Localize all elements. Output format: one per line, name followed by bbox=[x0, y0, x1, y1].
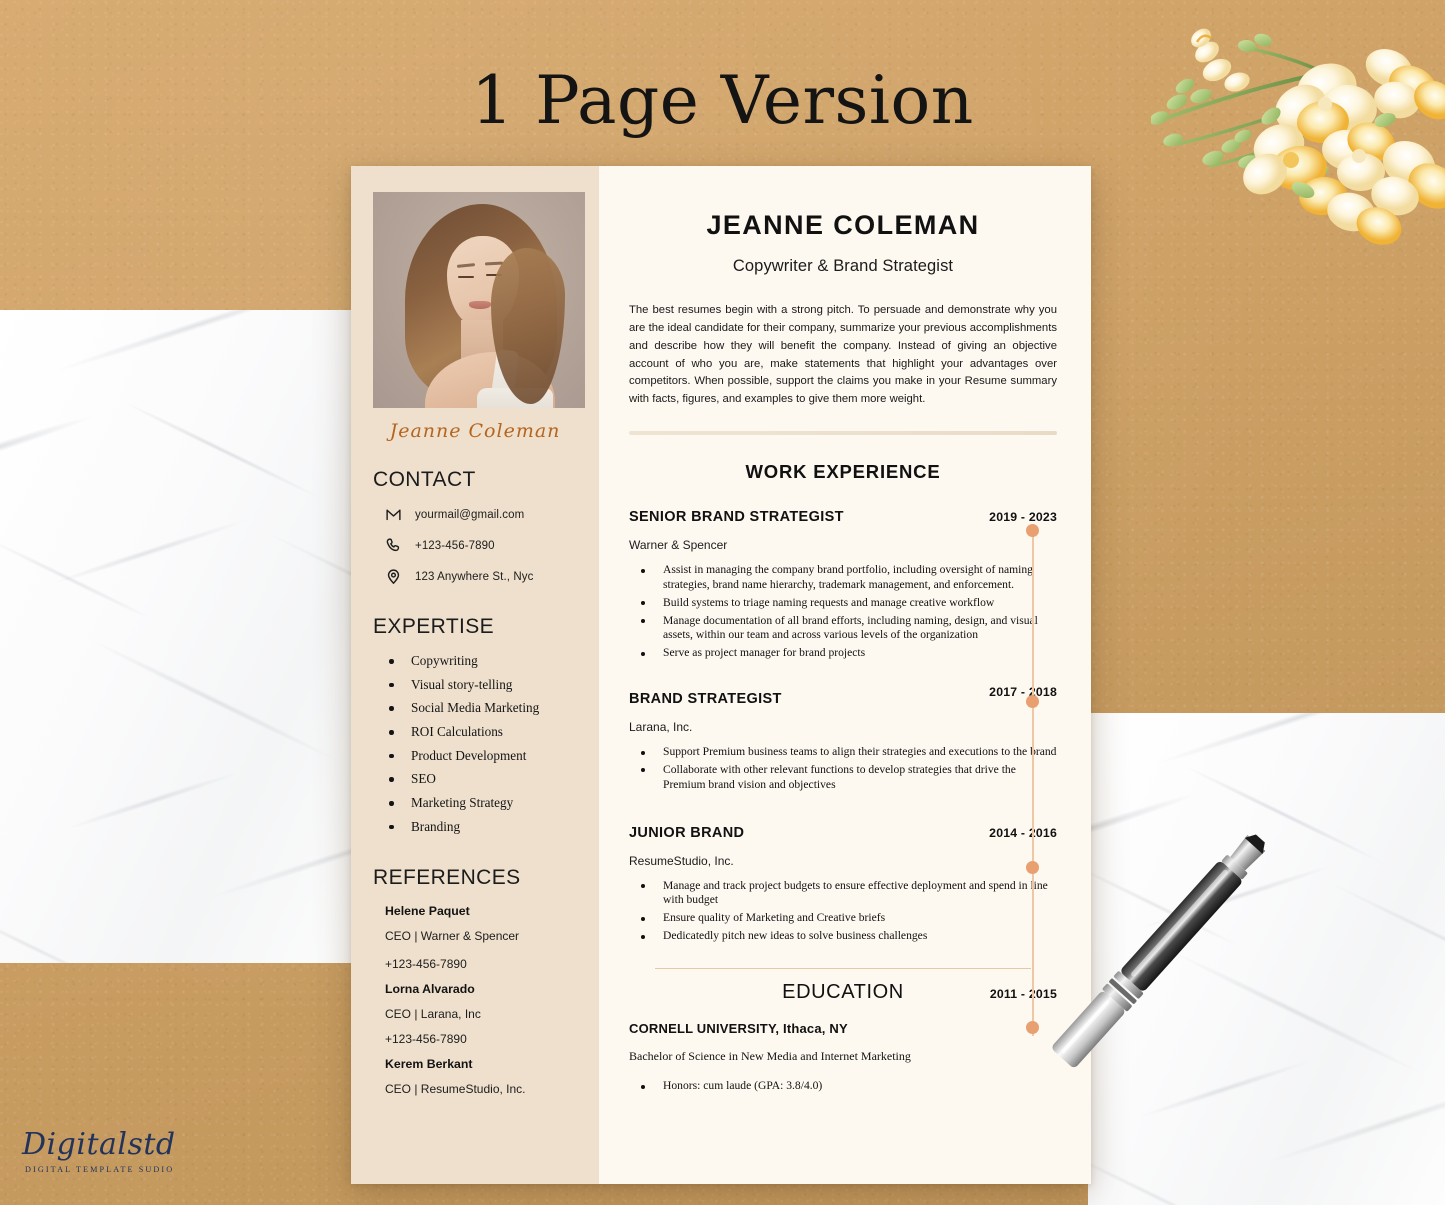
job-date: 2019 - 2023 bbox=[989, 510, 1057, 525]
job-date: 2017 - 2018 bbox=[989, 685, 1057, 700]
list-item: Social Media Marketing bbox=[387, 700, 577, 715]
job-entry: SENIOR BRAND STRATEGIST 2019 - 2023 Warn… bbox=[629, 509, 1057, 661]
education-bullets: Honors: cum laude (GPA: 3.8/4.0) bbox=[629, 1079, 1057, 1092]
reference-item: Lorna Alvarado CEO | Larana, Inc +123-45… bbox=[373, 982, 577, 1046]
list-item: Manage and track project budgets to ensu… bbox=[629, 879, 1057, 909]
list-item: Marketing Strategy bbox=[387, 795, 577, 810]
job-title: BRAND STRATEGIST bbox=[629, 691, 782, 708]
job-company: Larana, Inc. bbox=[629, 720, 693, 735]
list-item: Product Development bbox=[387, 748, 577, 763]
summary-divider bbox=[629, 431, 1057, 436]
list-item: Support Premium business teams to align … bbox=[629, 745, 1057, 760]
reference-name: Lorna Alvarado bbox=[385, 981, 475, 996]
reference-phone: +123-456-7890 bbox=[385, 956, 467, 971]
education-entry: EDUCATION 2011 - 2015 CORNELL UNIVERSITY… bbox=[629, 981, 1057, 1092]
reference-role: CEO | Larana, Inc bbox=[385, 1006, 481, 1021]
list-item: Branding bbox=[387, 819, 577, 834]
reference-item: Helene Paquet CEO | Warner & Spencer +12… bbox=[373, 904, 577, 971]
work-experience-heading: WORK EXPERIENCE bbox=[745, 461, 941, 483]
education-heading: EDUCATION bbox=[782, 981, 904, 1004]
timeline-dot bbox=[1026, 524, 1039, 537]
resume-main: JEANNE COLEMAN Copywriter & Brand Strate… bbox=[599, 166, 1091, 1184]
list-item: Visual story-telling bbox=[387, 677, 577, 692]
candidate-name: JEANNE COLEMAN bbox=[706, 210, 980, 240]
list-item: Serve as project manager for brand proje… bbox=[629, 646, 1057, 661]
list-item: Honors: cum laude (GPA: 3.8/4.0) bbox=[629, 1079, 1057, 1092]
freesia-flowers-decoration bbox=[1151, 28, 1445, 245]
job-entry: BRAND STRATEGIST 2017 - 2018 Larana, Inc… bbox=[629, 685, 1057, 792]
reference-name: Helene Paquet bbox=[385, 903, 470, 918]
contact-phone-text: +123-456-7890 bbox=[415, 539, 495, 552]
timeline-dot bbox=[1026, 695, 1039, 708]
email-icon bbox=[385, 506, 402, 523]
contact-address-row[interactable]: 123 Anywhere St., Nyc bbox=[373, 568, 577, 585]
list-item: ROI Calculations bbox=[387, 724, 577, 739]
job-bullets: Assist in managing the company brand por… bbox=[629, 563, 1057, 661]
contact-email-row[interactable]: yourmail@gmail.com bbox=[373, 506, 577, 523]
expertise-list: Copywriting Visual story-telling Social … bbox=[373, 653, 577, 834]
expertise-heading: EXPERTISE bbox=[373, 615, 495, 638]
list-item: Ensure quality of Marketing and Creative… bbox=[629, 911, 1057, 926]
location-pin-icon bbox=[385, 568, 402, 585]
list-item: Assist in managing the company brand por… bbox=[629, 563, 1057, 593]
education-divider bbox=[655, 967, 1031, 970]
candidate-title: Copywriter & Brand Strategist bbox=[732, 257, 954, 275]
watermark-logo: Digitalstd DIGITAL TEMPLATE SUDIO bbox=[22, 1127, 176, 1175]
contact-heading: CONTACT bbox=[373, 468, 476, 491]
education-degree: Bachelor of Science in New Media and Int… bbox=[629, 1049, 911, 1064]
list-item: Collaborate with other relevant function… bbox=[629, 763, 1057, 793]
job-bullets: Support Premium business teams to align … bbox=[629, 745, 1057, 792]
reference-phone: +123-456-7890 bbox=[385, 1031, 467, 1046]
signature: Jeanne Coleman bbox=[389, 420, 561, 442]
portrait-photo bbox=[373, 192, 585, 408]
logo-script-text: Digitalstd bbox=[22, 1127, 176, 1162]
contact-address-text: 123 Anywhere St., Nyc bbox=[415, 570, 534, 583]
resume-page: Jeanne Coleman CONTACT yourmail@gmail.co… bbox=[351, 166, 1091, 1184]
job-company: Warner & Spencer bbox=[629, 538, 728, 553]
job-title: JUNIOR BRAND bbox=[629, 824, 745, 841]
job-entry: JUNIOR BRAND 2014 - 2016 ResumeStudio, I… bbox=[629, 825, 1057, 944]
logo-subtitle-text: DIGITAL TEMPLATE SUDIO bbox=[25, 1165, 175, 1174]
summary-text: The best resumes begin with a strong pit… bbox=[629, 304, 1057, 406]
reference-role: CEO | ResumeStudio, Inc. bbox=[385, 1081, 526, 1096]
job-title: SENIOR BRAND STRATEGIST bbox=[629, 509, 844, 526]
list-item: Copywriting bbox=[387, 653, 577, 668]
references-heading: REFERENCES bbox=[373, 865, 521, 889]
reference-item: Kerem Berkant CEO | ResumeStudio, Inc. bbox=[373, 1057, 577, 1096]
pen-decoration bbox=[1052, 834, 1266, 1068]
education-school: CORNELL UNIVERSITY, Ithaca, NY bbox=[629, 1021, 848, 1037]
contact-email-text: yourmail@gmail.com bbox=[415, 508, 525, 521]
list-item: Dedicatedly pitch new ideas to solve bus… bbox=[629, 929, 1057, 944]
list-item: SEO bbox=[387, 771, 577, 786]
reference-name: Kerem Berkant bbox=[385, 1056, 473, 1071]
job-bullets: Manage and track project budgets to ensu… bbox=[629, 879, 1057, 944]
resume-sidebar: Jeanne Coleman CONTACT yourmail@gmail.co… bbox=[351, 166, 599, 1184]
list-item: Build systems to triage naming requests … bbox=[629, 596, 1057, 611]
reference-role: CEO | Warner & Spencer bbox=[385, 928, 520, 943]
marble-panel-left bbox=[0, 310, 372, 963]
phone-icon bbox=[385, 537, 402, 554]
contact-phone-row[interactable]: +123-456-7890 bbox=[373, 537, 577, 554]
list-item: Manage documentation of all brand effort… bbox=[629, 614, 1057, 644]
job-company: ResumeStudio, Inc. bbox=[629, 853, 734, 868]
